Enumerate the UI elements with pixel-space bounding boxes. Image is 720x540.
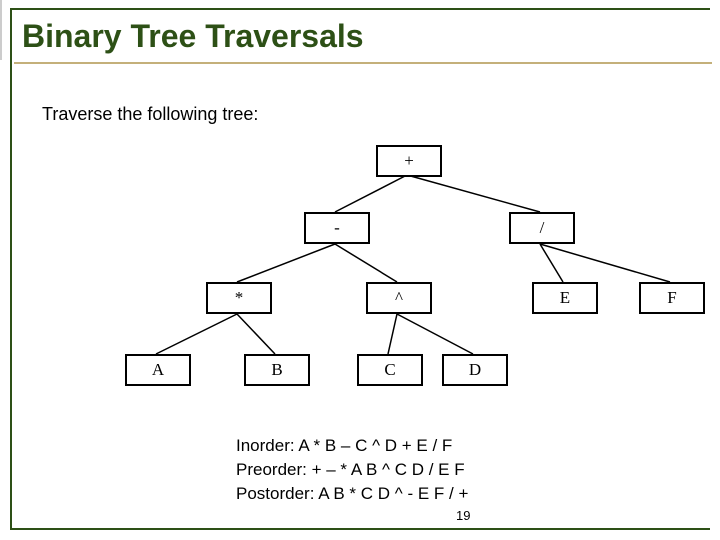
tree-node-l: - <box>304 212 370 244</box>
page-title: Binary Tree Traversals <box>22 18 364 55</box>
title-underline <box>14 62 712 64</box>
slide-border-top <box>10 8 710 10</box>
tree-node-rl: E <box>532 282 598 314</box>
slide-border-bottom <box>10 528 710 530</box>
preorder-value: + – * A B ^ C D / E F <box>312 460 465 479</box>
postorder-label: Postorder: <box>236 484 318 503</box>
tree-diagram: + - / * ^ E F A B C D <box>0 135 720 415</box>
tree-node-ll: * <box>206 282 272 314</box>
traversal-results: Inorder: A * B – C ^ D + E / F Preorder:… <box>236 434 468 506</box>
tree-node-lll: A <box>125 354 191 386</box>
tree-node-lrl: C <box>357 354 423 386</box>
page-number: 19 <box>456 508 470 523</box>
preorder-label: Preorder: <box>236 460 312 479</box>
preorder-line: Preorder: + – * A B ^ C D / E F <box>236 458 468 482</box>
tree-node-llr: B <box>244 354 310 386</box>
inorder-label: Inorder: <box>236 436 298 455</box>
tree-node-lrr: D <box>442 354 508 386</box>
postorder-value: A B * C D ^ - E F / + <box>318 484 468 503</box>
tree-node-lr: ^ <box>366 282 432 314</box>
postorder-line: Postorder: A B * C D ^ - E F / + <box>236 482 468 506</box>
tree-node-root: + <box>376 145 442 177</box>
inorder-line: Inorder: A * B – C ^ D + E / F <box>236 434 468 458</box>
tree-node-r: / <box>509 212 575 244</box>
slide-border-right-stub <box>0 0 2 60</box>
subtitle: Traverse the following tree: <box>42 104 258 125</box>
inorder-value: A * B – C ^ D + E / F <box>298 436 452 455</box>
tree-node-rr: F <box>639 282 705 314</box>
